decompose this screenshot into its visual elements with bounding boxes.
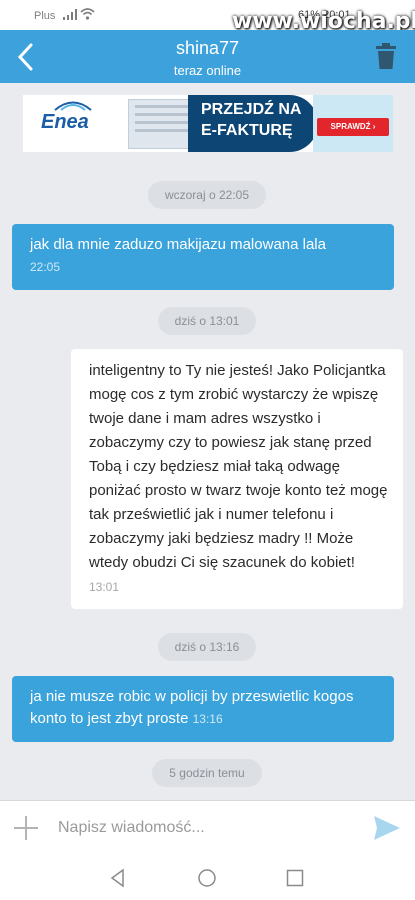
nav-home-icon[interactable] bbox=[197, 868, 217, 888]
trash-icon[interactable] bbox=[375, 42, 397, 70]
message-text: inteligentny to Ty nie jesteś! Jako Poli… bbox=[89, 362, 388, 571]
message-outgoing: jak dla mnie zaduzo makijazu malowana la… bbox=[12, 224, 394, 290]
ad-check-button[interactable]: SPRAWDŹ › bbox=[317, 118, 389, 136]
message-time: 22:05 bbox=[30, 260, 61, 274]
date-separator: wczoraj o 22:05 bbox=[148, 181, 266, 209]
ad-cta-line2: E-FAKTURĘ bbox=[201, 122, 293, 139]
plus-icon[interactable] bbox=[12, 814, 40, 842]
message-time: 13:16 bbox=[192, 712, 223, 726]
ad-brand: Enea bbox=[41, 111, 89, 133]
ad-banner[interactable]: Enea PRZEJDŹ NA E-FAKTURĘ SPRAWDŹ › bbox=[23, 95, 393, 152]
nav-back-icon[interactable] bbox=[108, 868, 128, 888]
date-separator: dziś o 13:16 bbox=[158, 633, 256, 661]
presence-status: teraz online bbox=[173, 63, 242, 78]
system-nav-bar bbox=[0, 856, 415, 900]
message-input[interactable]: Napisz wiadomość... bbox=[58, 819, 205, 837]
carrier-label: Plus bbox=[34, 10, 56, 22]
date-separator: dziś o 13:01 bbox=[158, 307, 256, 335]
contact-name: shina77 bbox=[175, 38, 240, 58]
message-text: jak dla mnie zaduzo makijazu malowana la… bbox=[30, 236, 326, 253]
date-separator: 5 godzin temu bbox=[152, 759, 262, 787]
chat-header: shina77 teraz online bbox=[0, 30, 415, 83]
message-incoming: inteligentny to Ty nie jesteś! Jako Poli… bbox=[71, 349, 403, 609]
nav-recents-icon[interactable] bbox=[285, 868, 305, 888]
wifi-icon bbox=[80, 8, 95, 20]
signal-icon bbox=[63, 9, 77, 20]
send-icon[interactable] bbox=[373, 815, 401, 841]
enea-logo-icon bbox=[54, 101, 92, 111]
message-composer: Napisz wiadomość... bbox=[0, 800, 415, 857]
message-outgoing: ja nie musze robic w policji by przeswie… bbox=[12, 676, 394, 742]
ad-cta-line1: PRZEJDŹ NA bbox=[201, 101, 302, 118]
message-time: 13:01 bbox=[89, 580, 120, 594]
